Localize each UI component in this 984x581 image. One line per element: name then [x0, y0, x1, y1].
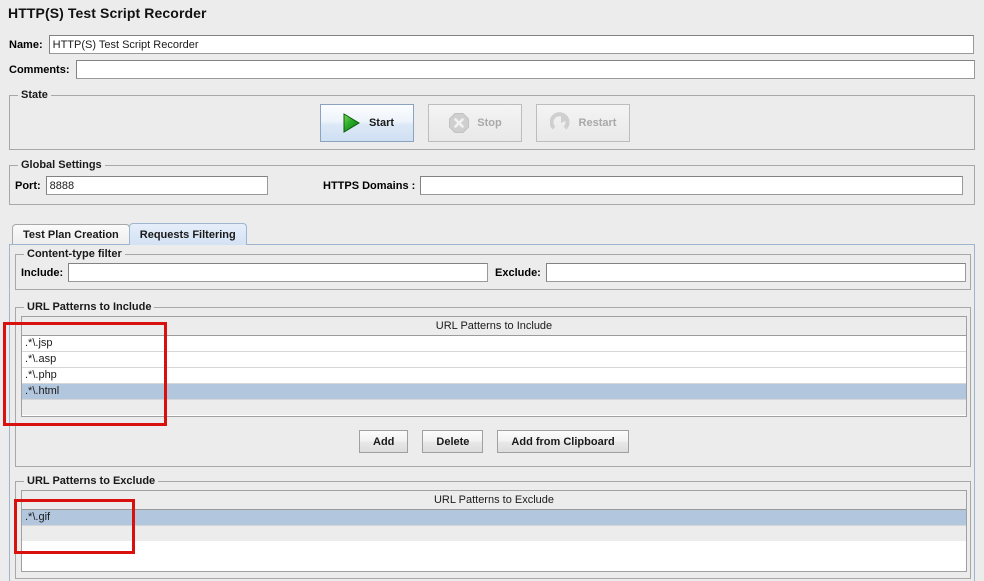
tab-strip: Test Plan Creation Requests Filtering [12, 223, 247, 245]
add-button-label: Add [373, 435, 395, 448]
tab-test-plan-creation-label: Test Plan Creation [23, 229, 119, 241]
include-column-header: URL Patterns to Include [22, 317, 966, 336]
https-domains-row: HTTPS Domains : [323, 176, 964, 195]
url-patterns-include-table[interactable]: URL Patterns to Include .*\.jsp .*\.asp … [21, 316, 967, 417]
state-buttons: Start Stop Restart [320, 104, 630, 142]
table-row[interactable]: .*\.asp [22, 351, 966, 368]
play-icon [340, 112, 362, 134]
table-row[interactable]: .*\.html [22, 383, 966, 400]
exclude-table-body: .*\.gif [22, 509, 966, 541]
add-from-clipboard-button[interactable]: Add from Clipboard [497, 430, 629, 453]
restart-button[interactable]: Restart [536, 104, 630, 142]
include-action-buttons: Add Delete Add from Clipboard [359, 430, 629, 453]
start-button[interactable]: Start [320, 104, 414, 142]
https-domains-input[interactable] [420, 176, 964, 195]
include-pattern-cell: .*\.jsp [22, 335, 966, 352]
url-patterns-exclude-group: URL Patterns to Exclude URL Patterns to … [15, 475, 971, 579]
port-input[interactable] [45, 176, 268, 195]
page-title: HTTP(S) Test Script Recorder [8, 5, 207, 21]
tab-test-plan-creation[interactable]: Test Plan Creation [12, 224, 130, 245]
exclude-empty-cell [22, 525, 966, 541]
port-row: Port: [15, 176, 268, 195]
url-patterns-include-title: URL Patterns to Include [24, 301, 155, 313]
recorder-window: HTTP(S) Test Script Recorder Name: Comme… [0, 0, 984, 581]
url-patterns-include-group: URL Patterns to Include URL Patterns to … [15, 301, 971, 467]
tab-requests-filtering[interactable]: Requests Filtering [128, 223, 247, 245]
table-empty-area [22, 399, 966, 415]
add-button[interactable]: Add [359, 430, 409, 453]
content-type-exclude-input[interactable] [545, 263, 966, 282]
name-input[interactable] [48, 35, 974, 54]
global-settings-group: Global Settings Port: HTTPS Domains : [9, 159, 975, 205]
include-empty-cell [22, 399, 966, 415]
global-settings-title: Global Settings [18, 159, 105, 171]
stop-button[interactable]: Stop [428, 104, 522, 142]
tab-requests-filtering-label: Requests Filtering [139, 228, 236, 241]
content-type-filter-group: Content-type filter Include: Exclude: [15, 248, 971, 290]
exclude-label: Exclude: [495, 266, 541, 279]
delete-button[interactable]: Delete [422, 430, 484, 453]
content-type-filter-title: Content-type filter [24, 248, 125, 260]
include-row: Include: [21, 263, 489, 282]
include-label: Include: [21, 266, 64, 279]
include-pattern-cell: .*\.asp [22, 351, 966, 368]
requests-filtering-panel: Content-type filter Include: Exclude: UR… [9, 244, 975, 581]
comments-input[interactable] [75, 60, 975, 79]
url-patterns-exclude-title: URL Patterns to Exclude [24, 475, 159, 487]
include-pattern-cell: .*\.php [22, 367, 966, 384]
name-row: Name: [9, 35, 975, 54]
table-empty-area [22, 525, 966, 541]
delete-button-label: Delete [436, 435, 470, 448]
table-header-row: URL Patterns to Exclude [22, 491, 966, 510]
name-label: Name: [9, 38, 43, 51]
table-header-row: URL Patterns to Include [22, 317, 966, 336]
stop-button-label: Stop [477, 117, 502, 129]
table-row[interactable]: .*\.gif [22, 509, 966, 526]
stop-icon [448, 112, 470, 134]
restart-icon [549, 112, 572, 134]
table-row[interactable]: .*\.jsp [22, 335, 966, 352]
https-domains-label: HTTPS Domains : [323, 179, 416, 192]
port-label: Port: [15, 179, 41, 192]
comments-label: Comments: [9, 63, 70, 76]
exclude-column-header: URL Patterns to Exclude [22, 491, 966, 510]
content-type-include-input[interactable] [68, 263, 489, 282]
comments-row: Comments: [9, 60, 975, 79]
exclude-row: Exclude: [495, 263, 966, 282]
table-row[interactable]: .*\.php [22, 367, 966, 384]
exclude-pattern-cell: .*\.gif [22, 509, 966, 526]
include-table-body: .*\.jsp .*\.asp .*\.php .*\.html [22, 335, 966, 415]
url-patterns-exclude-table[interactable]: URL Patterns to Exclude .*\.gif [21, 490, 967, 572]
add-from-clipboard-button-label: Add from Clipboard [511, 435, 615, 448]
start-button-label: Start [368, 117, 395, 129]
restart-button-label: Restart [578, 117, 617, 129]
include-pattern-cell: .*\.html [22, 383, 966, 400]
state-group: State Start Stop Restart [9, 89, 975, 150]
state-group-title: State [18, 89, 51, 101]
